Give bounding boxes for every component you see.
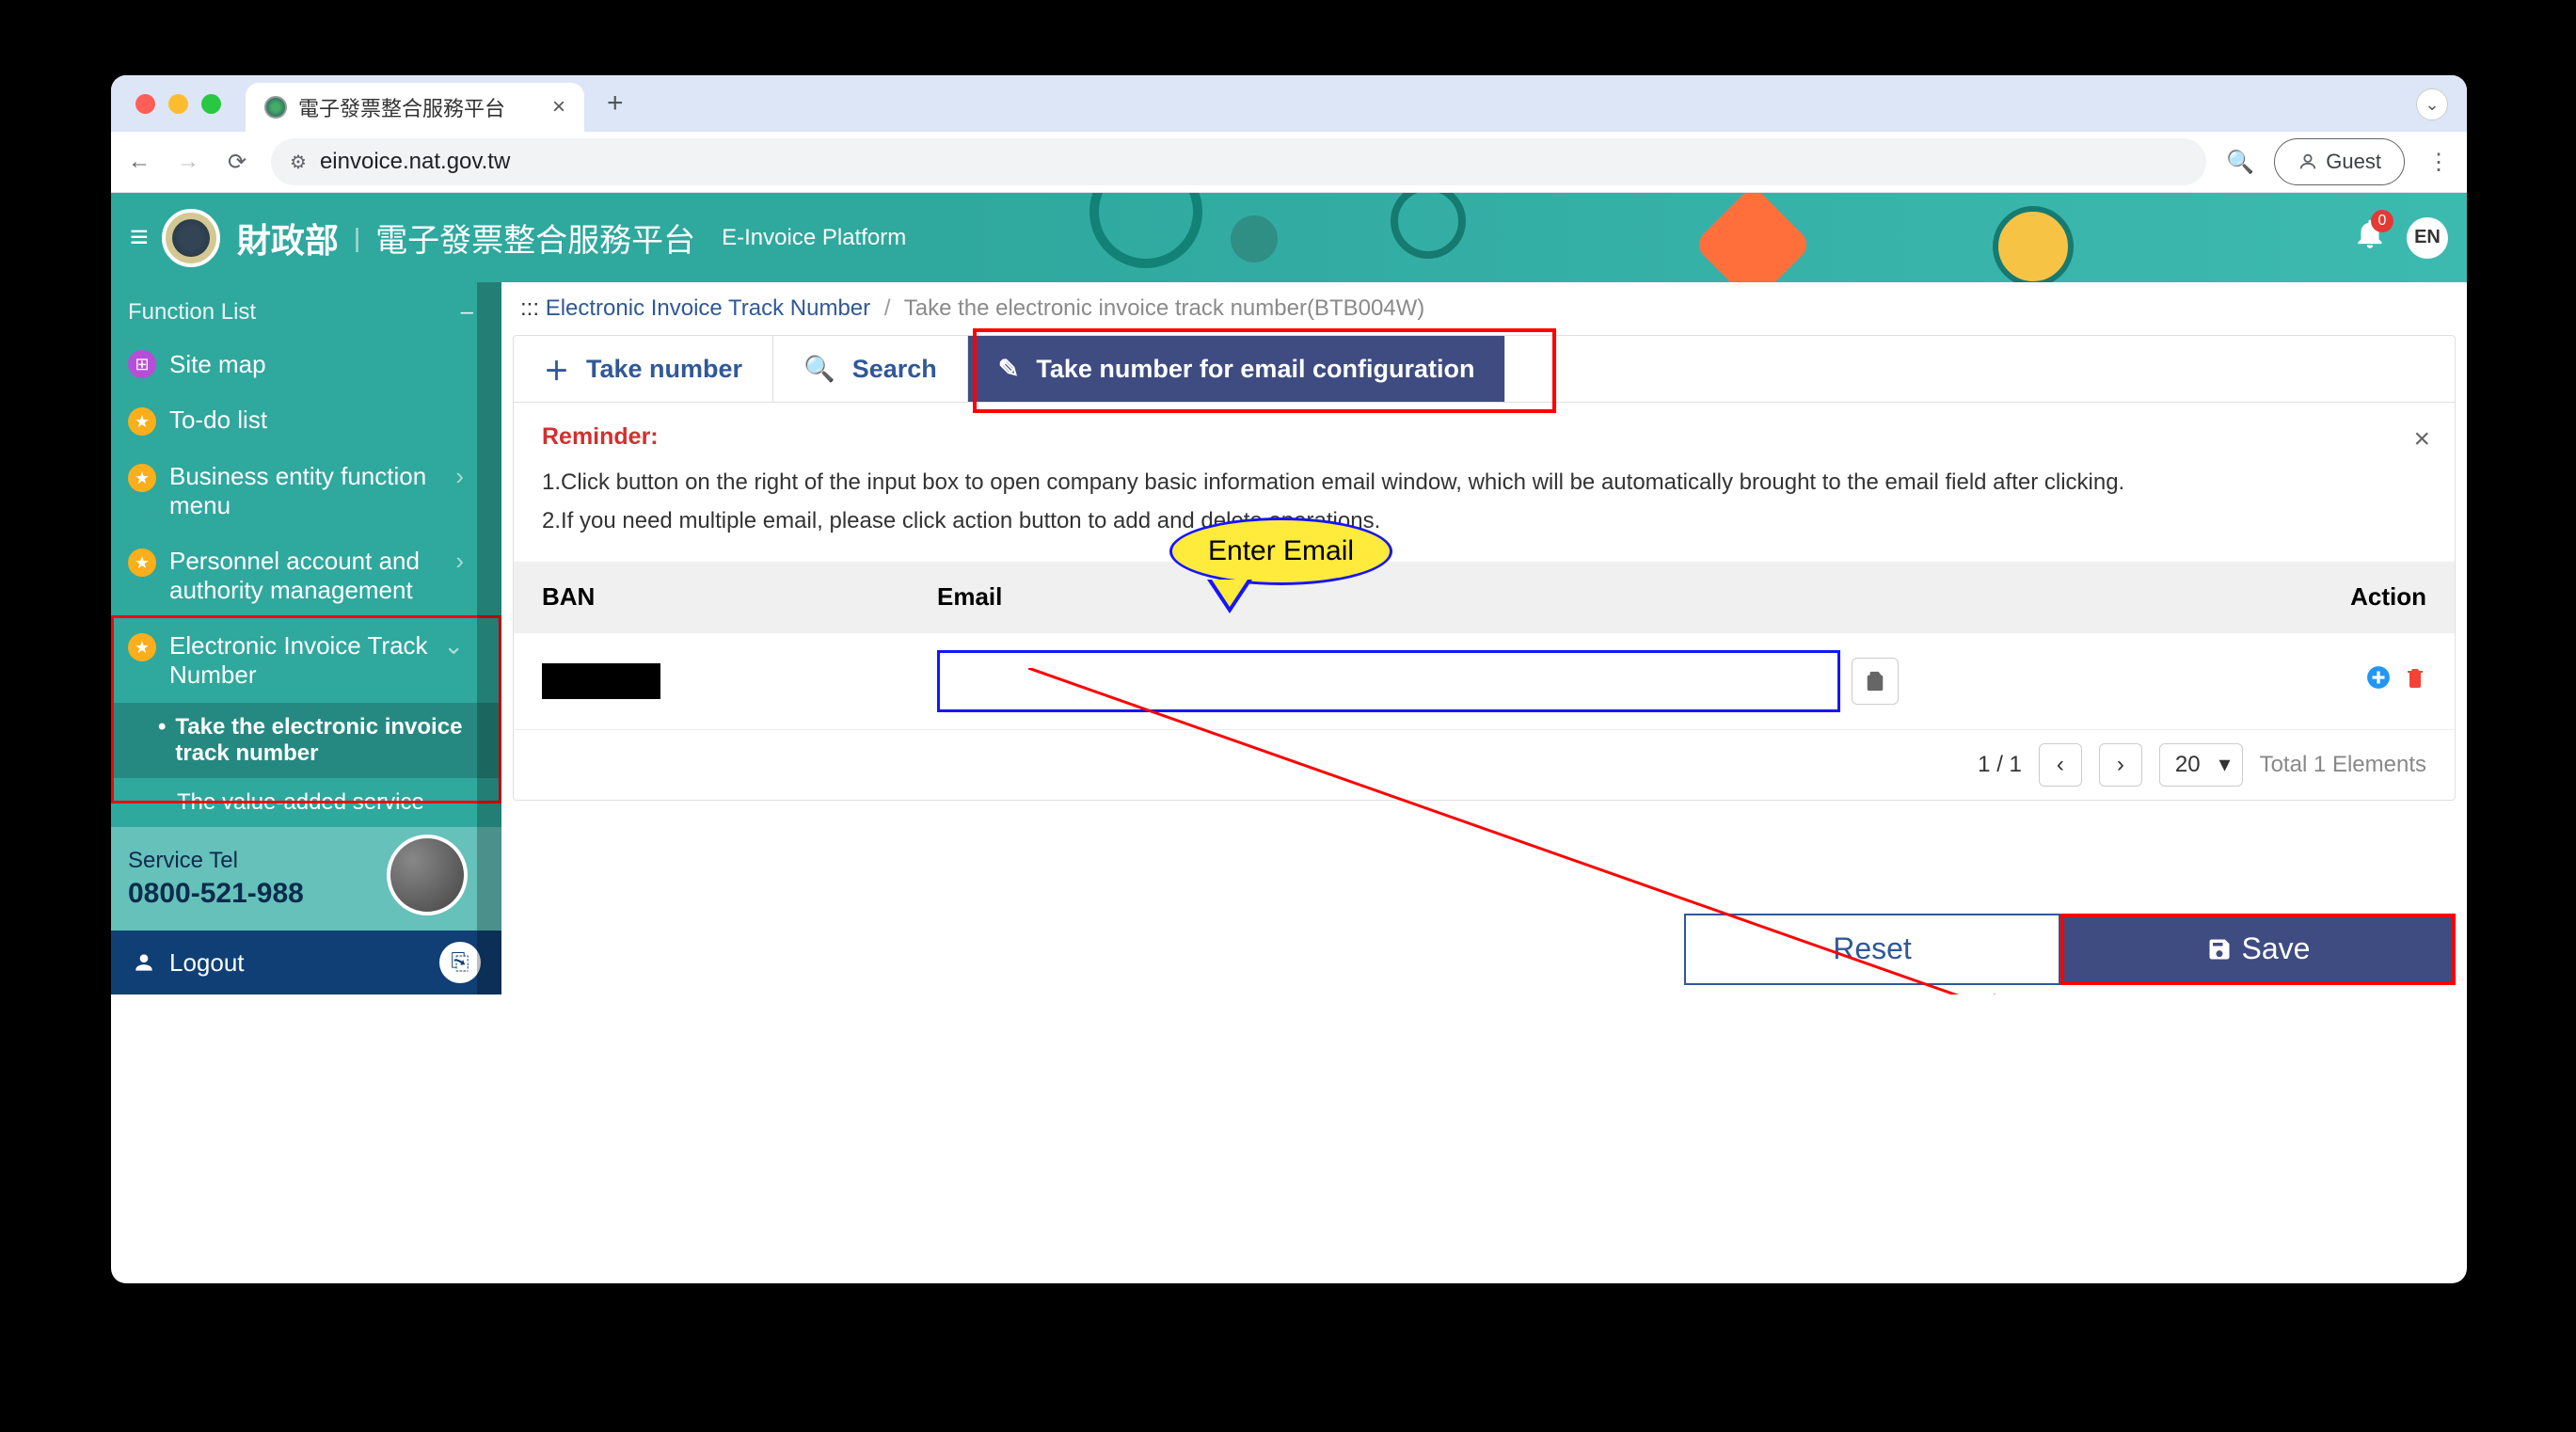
annotation-callout: Enter Email	[1169, 517, 1392, 585]
add-row-icon[interactable]	[2366, 665, 2391, 696]
plus-icon: ＋	[544, 351, 569, 388]
tab-search[interactable]: 🔍 Search	[773, 336, 968, 402]
app-subtitle: E-Invoice Platform	[722, 225, 906, 251]
chevron-down-icon: ⌄	[443, 631, 464, 660]
col-action: Action	[2314, 582, 2426, 612]
breadcrumb-link[interactable]: Electronic Invoice Track Number	[546, 295, 870, 321]
row-actions	[2314, 665, 2426, 696]
prev-page-icon[interactable]: ‹	[2039, 743, 2082, 787]
star-icon: ★	[128, 549, 156, 577]
close-icon[interactable]: ×	[2413, 423, 2430, 455]
search-icon: 🔍	[803, 354, 835, 384]
sidebar-footer: Service Tel 0800-521-988	[111, 827, 501, 931]
sitemap-icon: ⊞	[128, 350, 156, 378]
main-content: ::: Electronic Invoice Track Number / Ta…	[501, 282, 2467, 994]
url-bar: ← → ⟳ ⚙ einvoice.nat.gov.tw 🔍 Guest ⋮	[111, 132, 2467, 193]
url-text: einvoice.nat.gov.tw	[320, 149, 510, 175]
close-tab-icon[interactable]: ×	[552, 94, 565, 120]
notification-badge: 0	[2371, 210, 2393, 232]
logout-button-icon[interactable]: ⎘	[439, 942, 481, 983]
col-email: Email	[937, 582, 2314, 612]
save-button[interactable]: Save	[2060, 914, 2456, 985]
reload-icon[interactable]: ⟳	[222, 147, 252, 177]
kebab-menu-icon[interactable]: ⋮	[2424, 147, 2454, 177]
page-total: Total 1 Elements	[2260, 752, 2426, 778]
pagination: 1 / 1 ‹ › 20 Total 1 Elements	[514, 729, 2455, 800]
reminder-title: Reminder:	[542, 423, 2426, 451]
tabs-dropdown-icon[interactable]: ⌄	[2416, 88, 2448, 120]
reminder-line1: 1.Click button on the right of the input…	[542, 464, 2426, 502]
address-bar[interactable]: ⚙ einvoice.nat.gov.tw	[271, 138, 2206, 185]
sidebar: Function List – ⊞ Site map ★ To-do list …	[111, 282, 501, 994]
breadcrumb-current: Take the electronic invoice track number…	[904, 295, 1425, 321]
notification-icon[interactable]: 0	[2352, 215, 2388, 260]
reminder-line2: 2.If you need multiple email, please cli…	[542, 502, 2426, 541]
app-header: ≡ 財政部 | 電子發票整合服務平台 E-Invoice Platform 0 …	[111, 193, 2467, 282]
table-row	[514, 632, 2455, 729]
tab-take-number[interactable]: ＋ Take number	[514, 336, 773, 402]
page-viewport: ≡ 財政部 | 電子發票整合服務平台 E-Invoice Platform 0 …	[111, 193, 2467, 994]
language-toggle[interactable]: EN	[2407, 217, 2448, 259]
main-panel: ＋ Take number 🔍 Search ✎ Take number for…	[513, 335, 2456, 801]
sidebar-item-personnel[interactable]: ★ Personnel account and authority manage…	[111, 533, 501, 618]
next-page-icon[interactable]: ›	[2099, 743, 2142, 787]
breadcrumb: ::: Electronic Invoice Track Number / Ta…	[501, 282, 2467, 335]
window-controls	[111, 94, 246, 114]
browser-tab[interactable]: 電子發票整合服務平台 ×	[246, 83, 584, 132]
email-input[interactable]	[937, 650, 1840, 712]
annotation-box	[973, 328, 1556, 413]
zoom-icon[interactable]: 🔍	[2225, 147, 2255, 177]
tab-title: 電子發票整合服務平台	[298, 92, 541, 122]
close-window-icon[interactable]	[135, 94, 155, 114]
forward-icon: →	[173, 147, 203, 177]
chevron-right-icon: ›	[455, 547, 464, 576]
page-position: 1 / 1	[1978, 752, 2022, 778]
sidebar-item-sitemap[interactable]: ⊞ Site map	[111, 337, 501, 392]
user-icon	[132, 950, 156, 975]
guest-icon	[2298, 151, 2318, 172]
browser-window: 電子發票整合服務平台 × + ⌄ ← → ⟳ ⚙ einvoice.nat.go…	[111, 75, 2467, 1283]
org-name: 財政部	[237, 214, 339, 263]
app-title: 電子發票整合服務平台	[375, 215, 695, 261]
logo-icon	[162, 209, 220, 267]
page-size-select[interactable]: 20	[2159, 743, 2243, 787]
save-icon	[2206, 936, 2233, 963]
maximize-window-icon[interactable]	[201, 94, 221, 114]
back-icon[interactable]: ←	[124, 147, 154, 177]
sidebar-item-todo[interactable]: ★ To-do list	[111, 392, 501, 449]
col-ban: BAN	[542, 582, 937, 612]
chevron-right-icon: ›	[455, 462, 464, 491]
minimize-window-icon[interactable]	[168, 94, 188, 114]
collapse-icon[interactable]: –	[461, 299, 473, 326]
ban-value-redacted	[542, 663, 660, 699]
favicon-icon	[264, 96, 287, 119]
sidebar-item-business[interactable]: ★ Business entity function menu ›	[111, 449, 501, 533]
logout-label[interactable]: Logout	[169, 948, 245, 978]
site-settings-icon[interactable]: ⚙	[290, 151, 307, 174]
reminder-box: Reminder: 1.Click button on the right of…	[514, 403, 2455, 562]
new-tab-button[interactable]: +	[607, 88, 624, 119]
tab-bar: ＋ Take number 🔍 Search ✎ Take number for…	[514, 336, 2455, 403]
mascot-icon	[387, 835, 468, 915]
sidebar-header: Function List –	[111, 282, 501, 337]
logout-bar: Logout ⎘	[111, 931, 501, 994]
delete-row-icon[interactable]	[2404, 665, 2426, 696]
clipboard-icon	[1865, 671, 1885, 692]
footer-buttons: Reset Save	[501, 914, 2456, 985]
table-header: BAN Email Action	[514, 562, 2455, 632]
paste-button[interactable]	[1852, 658, 1899, 705]
browser-tabbar: 電子發票整合服務平台 × + ⌄	[111, 75, 2467, 132]
star-icon: ★	[128, 407, 156, 436]
profile-button[interactable]: Guest	[2274, 138, 2405, 185]
menu-toggle-icon[interactable]: ≡	[130, 219, 149, 256]
star-icon: ★	[128, 464, 156, 492]
reset-button[interactable]: Reset	[1684, 914, 2060, 985]
